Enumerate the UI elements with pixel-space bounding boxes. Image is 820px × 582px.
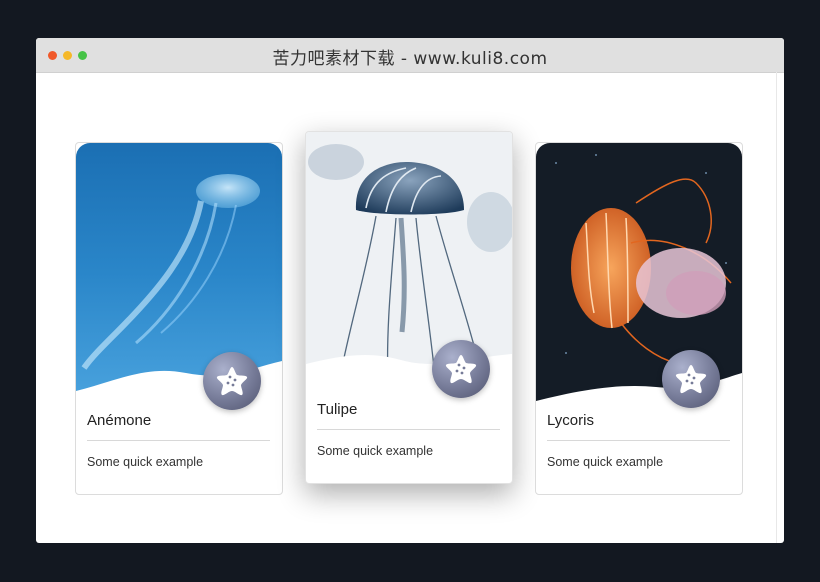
card-badge[interactable]	[203, 352, 261, 410]
card-description: Some quick example	[317, 444, 434, 458]
card-lycoris[interactable]: Lycoris Some quick example	[535, 142, 743, 495]
starfish-icon	[445, 355, 477, 384]
card-description: Some quick example	[547, 455, 664, 469]
card-title: Anémone	[87, 412, 152, 429]
card-badge[interactable]	[432, 340, 490, 398]
title-bar: 苦力吧素材下载 - www.kuli8.com	[36, 38, 784, 73]
card-anemone[interactable]: Anémone Some quick example	[75, 142, 283, 495]
card-divider	[547, 440, 730, 441]
starfish-icon	[675, 365, 707, 394]
card-title: Lycoris	[547, 412, 594, 429]
window-title: 苦力吧素材下载 - www.kuli8.com	[272, 49, 548, 69]
scrollbar-track	[776, 72, 777, 543]
browser-window: 苦力吧素材下载 - www.kuli8.com Anémone Some qui…	[36, 38, 784, 543]
card-tulipe[interactable]: Tulipe Some quick example	[305, 131, 513, 484]
card-badge[interactable]	[662, 350, 720, 408]
card-description: Some quick example	[87, 455, 204, 469]
starfish-icon	[216, 367, 248, 396]
card-divider	[317, 429, 500, 430]
card-divider	[87, 440, 270, 441]
card-title: Tulipe	[317, 401, 358, 418]
